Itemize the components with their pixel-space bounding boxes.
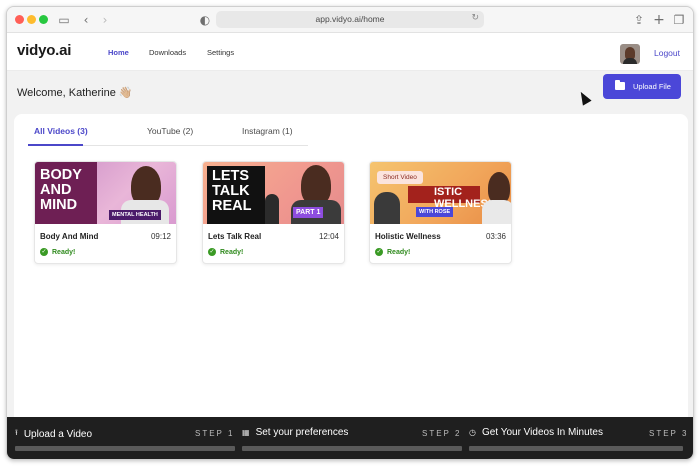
back-icon[interactable]: ‹ bbox=[81, 12, 91, 28]
thumbnail-title: BODY AND MIND bbox=[40, 167, 82, 214]
check-icon: ✓ bbox=[208, 248, 216, 256]
tab-all-videos[interactable]: All Videos (3) bbox=[34, 126, 88, 136]
browser-toolbar: ▭ ‹ › ◐ app.vidyo.ai/home ↻ ⇪ + ❐ bbox=[7, 7, 693, 33]
share-icon[interactable]: ⇪ bbox=[633, 12, 645, 28]
thumbnail-tag: WITH ROSE bbox=[416, 207, 454, 217]
folder-upload-icon bbox=[615, 80, 625, 90]
check-icon: ✓ bbox=[375, 248, 383, 256]
user-avatar[interactable] bbox=[620, 44, 640, 64]
step-label: Upload a Video bbox=[23, 428, 93, 440]
app-header: vidyo.ai Home Downloads Settings Logout bbox=[7, 33, 693, 71]
upload-icon: ⭱ bbox=[15, 428, 18, 437]
grid-icon: ▦ bbox=[242, 428, 250, 437]
video-duration: 12:04 bbox=[318, 232, 339, 241]
nav-settings[interactable]: Settings bbox=[207, 48, 234, 57]
upload-file-label: Upload File bbox=[633, 82, 671, 91]
status-badge: ✓ Ready! bbox=[40, 248, 75, 256]
step-number: STEP 3 bbox=[649, 429, 689, 438]
thumbnail-tag: PART 1 bbox=[293, 207, 324, 218]
shield-icon[interactable]: ◐ bbox=[199, 12, 211, 28]
reload-icon[interactable]: ↻ bbox=[471, 13, 479, 23]
forward-icon[interactable]: › bbox=[100, 12, 110, 28]
welcome-message: Welcome, Katherine 👋🏼 bbox=[17, 87, 133, 99]
video-card[interactable]: ISTIC WELLNESS WITH ROSE Short Video Hol… bbox=[369, 161, 512, 264]
upload-file-button[interactable]: Upload File bbox=[603, 74, 681, 99]
close-window-button[interactable] bbox=[15, 15, 24, 24]
tab-youtube[interactable]: YouTube (2) bbox=[147, 126, 193, 136]
browser-window: ▭ ‹ › ◐ app.vidyo.ai/home ↻ ⇪ + ❐ vidyo.… bbox=[6, 6, 694, 460]
video-duration: 03:36 bbox=[485, 232, 506, 241]
nav-downloads[interactable]: Downloads bbox=[149, 48, 186, 57]
maximize-window-button[interactable] bbox=[39, 15, 48, 24]
step-progress-bar bbox=[469, 446, 683, 451]
thumbnail-tag: MENTAL HEALTH bbox=[109, 210, 161, 220]
clock-icon: ◷ bbox=[469, 428, 476, 437]
video-thumbnail[interactable]: ISTIC WELLNESS WITH ROSE Short Video bbox=[370, 162, 511, 224]
status-text: Ready! bbox=[52, 248, 76, 256]
guest-image bbox=[374, 192, 400, 224]
step-progress-bar bbox=[242, 446, 462, 451]
url-text: app.vidyo.ai/home bbox=[315, 14, 385, 24]
tab-instagram[interactable]: Instagram (1) bbox=[242, 126, 293, 136]
video-card[interactable]: BODY AND MIND MENTAL HEALTH Body And Min… bbox=[34, 161, 177, 264]
minimize-window-button[interactable] bbox=[27, 15, 36, 24]
step-get-videos[interactable]: ◷ Get Your Videos In Minutes STEP 3 bbox=[469, 417, 689, 459]
sidebar-toggle-icon[interactable]: ▭ bbox=[57, 12, 71, 28]
video-title: Holistic Wellness bbox=[375, 232, 441, 241]
mouse-cursor-icon bbox=[576, 89, 592, 106]
nav-home[interactable]: Home bbox=[108, 48, 129, 57]
logout-link[interactable]: Logout bbox=[654, 48, 680, 58]
microphone-icon bbox=[265, 194, 279, 224]
status-badge: ✓ Ready! bbox=[375, 248, 410, 256]
host-image bbox=[301, 165, 331, 205]
short-video-badge: Short Video bbox=[377, 171, 423, 184]
status-badge: ✓ Ready! bbox=[208, 248, 243, 256]
step-label: Set your preferences bbox=[255, 427, 349, 438]
step-number: STEP 1 bbox=[195, 429, 235, 438]
video-duration: 09:12 bbox=[150, 232, 171, 241]
vidyo-logo[interactable]: vidyo.ai bbox=[17, 42, 71, 59]
tabs-overview-icon[interactable]: ❐ bbox=[673, 12, 685, 28]
new-tab-icon[interactable]: + bbox=[653, 12, 665, 28]
video-thumbnail[interactable]: LETS TALK REAL PART 1 bbox=[203, 162, 344, 224]
videos-panel: All Videos (3) YouTube (2) Instagram (1)… bbox=[14, 114, 688, 424]
check-icon: ✓ bbox=[40, 248, 48, 256]
step-upload[interactable]: ⭱ Upload a Video STEP 1 bbox=[15, 417, 235, 459]
onboarding-steps: ⭱ Upload a Video STEP 1 ▦ Set your prefe… bbox=[7, 417, 693, 459]
video-thumbnail[interactable]: BODY AND MIND MENTAL HEALTH bbox=[35, 162, 176, 224]
video-card[interactable]: LETS TALK REAL PART 1 Lets Talk Real 12:… bbox=[202, 161, 345, 264]
active-tab-indicator bbox=[28, 144, 83, 146]
address-bar[interactable]: app.vidyo.ai/home ↻ bbox=[216, 11, 484, 28]
step-progress-bar bbox=[15, 446, 235, 451]
step-number: STEP 2 bbox=[422, 429, 462, 438]
step-preferences[interactable]: ▦ Set your preferences STEP 2 bbox=[242, 417, 462, 459]
status-text: Ready! bbox=[220, 248, 244, 256]
status-text: Ready! bbox=[387, 248, 411, 256]
video-title: Body And Mind bbox=[40, 232, 99, 241]
thumbnail-title: LETS TALK REAL bbox=[212, 168, 252, 215]
step-label: Get Your Videos In Minutes bbox=[481, 427, 603, 438]
video-title: Lets Talk Real bbox=[208, 232, 262, 241]
